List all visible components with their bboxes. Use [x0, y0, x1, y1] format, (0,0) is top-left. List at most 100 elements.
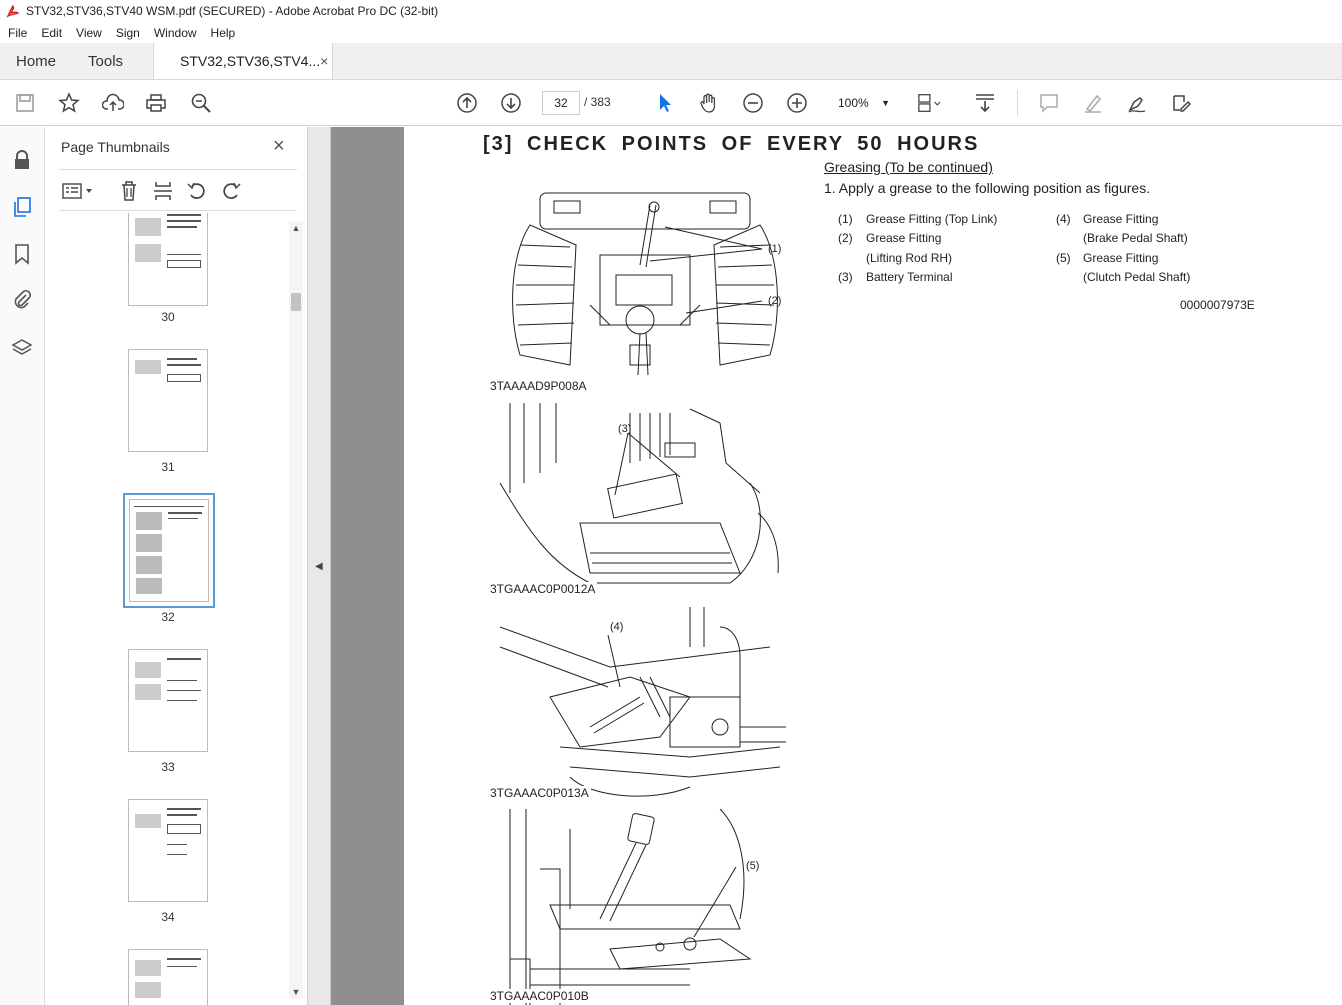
scroll-up-icon[interactable]: ▲ [289, 223, 303, 233]
scroll-mode-icon[interactable] [973, 91, 997, 115]
zoom-out-icon[interactable] [741, 91, 765, 115]
tab-document[interactable]: STV32,STV36,STV4... × [153, 43, 334, 79]
close-tab-icon[interactable]: × [320, 53, 328, 69]
delete-page-icon[interactable] [117, 179, 141, 203]
legend-text-5b: (Clutch Pedal Shaft) [1083, 270, 1191, 284]
toolbar-divider [1017, 90, 1018, 116]
thumbnail-page-34[interactable] [128, 799, 208, 902]
insert-page-icon[interactable] [151, 179, 175, 203]
lock-icon[interactable] [10, 148, 34, 172]
figure-callout-2: (2) [768, 295, 782, 307]
chevron-down-icon: ▼ [881, 98, 890, 108]
section-subheading: Greasing (To be continued) [824, 159, 993, 175]
zoom-in-icon[interactable] [785, 91, 809, 115]
thumbnail-label-32: 32 [161, 610, 175, 624]
thumbnail-label-30: 30 [161, 310, 175, 324]
tab-bar: Home Tools STV32,STV36,STV4... × [0, 43, 1342, 80]
save-icon[interactable] [13, 91, 37, 115]
close-panel-icon[interactable]: × [273, 135, 285, 158]
comment-icon[interactable] [1037, 91, 1061, 115]
page-display-icon[interactable] [917, 91, 941, 115]
page-down-icon[interactable] [499, 91, 523, 115]
figure-label-2: 3TGAAAC0P0012A [490, 582, 598, 596]
tab-document-label: STV32,STV36,STV4... [180, 53, 321, 69]
legend-text-1: Grease Fitting (Top Link) [866, 212, 998, 226]
legend-num-4: (4) [1056, 212, 1071, 226]
tab-tools[interactable]: Tools [72, 43, 139, 79]
tab-home[interactable]: Home [0, 43, 72, 79]
legend-num-1: (1) [838, 212, 853, 226]
figure-clutch-pedal-shaft [509, 809, 752, 1005]
legend-text-4: Grease Fitting [1083, 212, 1159, 226]
thumbnail-scrollbar[interactable]: ▲ ▼ [289, 221, 303, 999]
thumbnail-page-35[interactable] [128, 949, 208, 1005]
highlight-icon[interactable] [1081, 91, 1105, 115]
legend-num-5: (5) [1056, 251, 1071, 265]
print-icon[interactable] [144, 91, 168, 115]
sign-icon[interactable] [1125, 91, 1149, 115]
figure-callout-5: (5) [746, 860, 760, 872]
window-title: STV32,STV36,STV40 WSM.pdf (SECURED) - Ad… [26, 4, 439, 18]
rotate-left-icon[interactable] [185, 179, 209, 203]
pdf-page: [3] CHECK POINTS OF EVERY 50 HOURS Greas… [404, 127, 1342, 1005]
legend-text-2: Grease Fitting [866, 231, 942, 245]
figure-callout-4: (4) [610, 621, 624, 633]
panel-title: Page Thumbnails [61, 139, 170, 155]
zoom-level-select[interactable]: 100% ▼ [830, 91, 894, 115]
figure-label-3: 3TGAAAC0P013A [490, 786, 591, 800]
zoom-level-value: 100% [838, 96, 869, 110]
main-toolbar: 32 / 383 100% ▼ [0, 80, 1342, 126]
options-menu-icon[interactable] [61, 179, 95, 203]
page-thumbnails-icon[interactable] [10, 195, 34, 219]
thumbnail-page-32[interactable] [123, 493, 215, 608]
legend-text-3: Battery Terminal [866, 270, 953, 284]
collapse-left-icon: ◀ [315, 561, 323, 572]
menu-view[interactable]: View [68, 26, 108, 40]
legend-num-2: (2) [838, 231, 853, 245]
figure-label-1: 3TAAAAD9P008A [490, 379, 589, 393]
select-cursor-icon[interactable] [653, 91, 677, 115]
instruction-step: 1. Apply a grease to the following posit… [824, 180, 1151, 196]
bookmark-icon[interactable] [10, 242, 34, 266]
page-up-icon[interactable] [455, 91, 479, 115]
document-code: 0000007973E [1180, 298, 1255, 312]
fill-sign-icon[interactable] [1169, 91, 1193, 115]
scroll-down-icon[interactable]: ▼ [289, 987, 303, 997]
thumbnail-page-31[interactable] [128, 349, 208, 452]
left-navigation-rail [0, 127, 45, 1005]
thumbnail-page-30[interactable] [128, 213, 208, 306]
figure-battery [499, 403, 779, 584]
menu-file[interactable]: File [0, 26, 33, 40]
figure-callout-1: (1) [768, 243, 782, 255]
scrollbar-thumb[interactable] [291, 293, 301, 311]
page-thumbnails-panel: Page Thumbnails × 30 31 32 33 34 ▲ ▼ [45, 127, 308, 1005]
thumbnail-label-33: 33 [161, 760, 175, 774]
thumbnail-list: 30 31 32 33 34 [45, 213, 285, 1005]
figure-label-4: 3TGAAAC0P010B [490, 989, 591, 1003]
acrobat-logo-icon [6, 5, 20, 18]
menu-help[interactable]: Help [203, 26, 242, 40]
figure-brake-pedal-shaft [499, 607, 786, 797]
hand-icon[interactable] [697, 91, 721, 115]
thumbnail-label-31: 31 [161, 460, 175, 474]
menu-edit[interactable]: Edit [33, 26, 68, 40]
menu-window[interactable]: Window [146, 26, 203, 40]
page-total-label: / 383 [584, 95, 611, 109]
thumbnail-page-33[interactable] [128, 649, 208, 752]
legend-text-4b: (Brake Pedal Shaft) [1083, 231, 1188, 245]
attachment-icon[interactable] [10, 288, 34, 312]
bookmark-star-icon[interactable] [57, 91, 81, 115]
cloud-upload-icon[interactable] [101, 91, 125, 115]
menu-sign[interactable]: Sign [108, 26, 146, 40]
rotate-right-icon[interactable] [219, 179, 243, 203]
legend-text-5: Grease Fitting [1083, 251, 1159, 265]
thumbnails-toolbar [59, 169, 297, 211]
figure-callout-3: (3) [618, 423, 632, 435]
collapse-panel-handle[interactable]: ◀ [308, 127, 331, 1005]
menu-bar: File Edit View Sign Window Help [0, 22, 1342, 43]
legend-num-3: (3) [838, 270, 853, 284]
zoom-search-icon[interactable] [189, 91, 213, 115]
title-bar: STV32,STV36,STV40 WSM.pdf (SECURED) - Ad… [0, 0, 1342, 22]
page-number-input[interactable]: 32 [542, 91, 580, 115]
layers-icon[interactable] [10, 336, 34, 360]
